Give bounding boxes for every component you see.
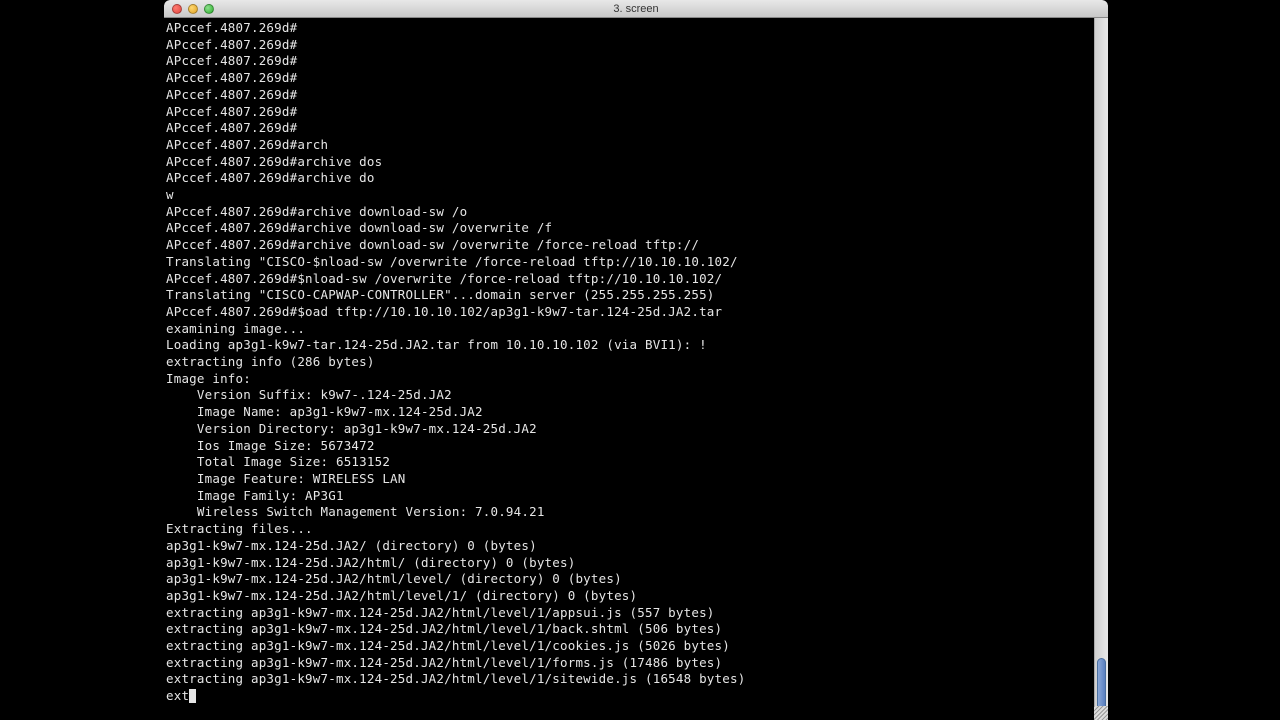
terminal-line: Image Feature: WIRELESS LAN: [166, 471, 1106, 488]
terminal-line: Ios Image Size: 5673472: [166, 438, 1106, 455]
terminal-line: extracting ap3g1-k9w7-mx.124-25d.JA2/htm…: [166, 671, 1106, 688]
resize-grip[interactable]: [1094, 706, 1108, 720]
terminal-line: APccef.4807.269d#: [166, 70, 1106, 87]
terminal-line: APccef.4807.269d#: [166, 104, 1106, 121]
letterbox-left: [0, 0, 164, 720]
terminal-line: Total Image Size: 6513152: [166, 454, 1106, 471]
terminal-line: ap3g1-k9w7-mx.124-25d.JA2/html/ (directo…: [166, 555, 1106, 572]
terminal-line: Version Directory: ap3g1-k9w7-mx.124-25d…: [166, 421, 1106, 438]
traffic-lights: [164, 4, 214, 14]
terminal-line: extracting ap3g1-k9w7-mx.124-25d.JA2/htm…: [166, 655, 1106, 672]
terminal-line: Image Family: AP3G1: [166, 488, 1106, 505]
terminal-line: APccef.4807.269d#: [166, 20, 1106, 37]
maximize-button[interactable]: [204, 4, 214, 14]
terminal-line: APccef.4807.269d#: [166, 37, 1106, 54]
terminal-line: APccef.4807.269d#arch: [166, 137, 1106, 154]
terminal-line: APccef.4807.269d#$oad tftp://10.10.10.10…: [166, 304, 1106, 321]
terminal-line: Image Name: ap3g1-k9w7-mx.124-25d.JA2: [166, 404, 1106, 421]
terminal-line: Wireless Switch Management Version: 7.0.…: [166, 504, 1106, 521]
terminal-line: Version Suffix: k9w7-.124-25d.JA2: [166, 387, 1106, 404]
terminal-line: APccef.4807.269d#archive download-sw /ov…: [166, 220, 1106, 237]
terminal-line: extracting ap3g1-k9w7-mx.124-25d.JA2/htm…: [166, 621, 1106, 638]
terminal-line: Extracting files...: [166, 521, 1106, 538]
terminal-line: examining image...: [166, 321, 1106, 338]
terminal-line: extracting ap3g1-k9w7-mx.124-25d.JA2/htm…: [166, 605, 1106, 622]
terminal-line: APccef.4807.269d#$nload-sw /overwrite /f…: [166, 271, 1106, 288]
terminal-window: 3. screen APccef.4807.269d#APccef.4807.2…: [164, 0, 1108, 720]
terminal-line: Translating "CISCO-$nload-sw /overwrite …: [166, 254, 1106, 271]
terminal-line: ap3g1-k9w7-mx.124-25d.JA2/html/level/1/ …: [166, 588, 1106, 605]
close-button[interactable]: [172, 4, 182, 14]
terminal-line: extracting info (286 bytes): [166, 354, 1106, 371]
terminal-line: APccef.4807.269d#: [166, 120, 1106, 137]
terminal-line: Translating "CISCO-CAPWAP-CONTROLLER"...…: [166, 287, 1106, 304]
scrollbar-track[interactable]: [1094, 18, 1108, 720]
terminal-line: ap3g1-k9w7-mx.124-25d.JA2/ (directory) 0…: [166, 538, 1106, 555]
window-title: 3. screen: [164, 3, 1108, 15]
terminal-line: Loading ap3g1-k9w7-tar.124-25d.JA2.tar f…: [166, 337, 1106, 354]
terminal-current-line: ext: [166, 688, 1106, 705]
terminal-output[interactable]: APccef.4807.269d#APccef.4807.269d#APccef…: [164, 18, 1108, 705]
window-titlebar[interactable]: 3. screen: [164, 0, 1108, 18]
terminal-line: APccef.4807.269d#archive download-sw /o: [166, 204, 1106, 221]
terminal-line: APccef.4807.269d#: [166, 53, 1106, 70]
minimize-button[interactable]: [188, 4, 198, 14]
terminal-line: APccef.4807.269d#archive do: [166, 170, 1106, 187]
current-input-text: ext: [166, 688, 189, 703]
letterbox-right: [1108, 0, 1280, 720]
terminal-line: ap3g1-k9w7-mx.124-25d.JA2/html/level/ (d…: [166, 571, 1106, 588]
terminal-line: APccef.4807.269d#: [166, 87, 1106, 104]
terminal-line: APccef.4807.269d#archive download-sw /ov…: [166, 237, 1106, 254]
terminal-line: extracting ap3g1-k9w7-mx.124-25d.JA2/htm…: [166, 638, 1106, 655]
terminal-line: w: [166, 187, 1106, 204]
terminal-line: APccef.4807.269d#archive dos: [166, 154, 1106, 171]
terminal-line: Image info:: [166, 371, 1106, 388]
cursor: [189, 689, 196, 703]
